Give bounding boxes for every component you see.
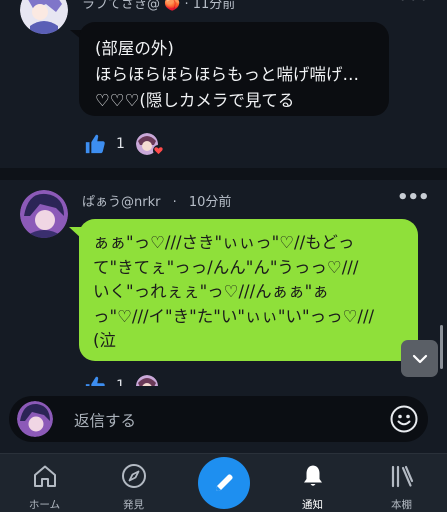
post2-line: (泣 [93,331,116,350]
post2-line: いく"っれぇぇ"っ♡///んぁぁ"ぁ [93,282,329,301]
my-avatar [17,401,53,437]
reactor-avatar[interactable] [135,375,158,386]
timeline-feed[interactable]: ラブてさき@ 🍑 · 11分前 ••• (部屋の外) ほらほらほらほらもっと喘げ… [0,0,447,386]
compass-icon [121,464,146,488]
post-divider [0,168,447,180]
pencil-icon [216,474,233,491]
tab-bookshelf[interactable]: 本棚 [357,454,446,512]
post1-bubble[interactable]: (部屋の外) ほらほらほらほらもっと喘げ喘げ… ♡♡♡(隠しカメラで見てる [79,22,389,116]
post2-time: 10分前 [188,195,232,210]
post1-line: (部屋の外) [95,39,174,58]
heart-badge-icon [152,145,164,156]
post1-more-button[interactable]: ••• [397,0,430,9]
tab-home[interactable]: ホーム [0,454,89,512]
post2-avatar[interactable] [20,190,68,238]
reply-placeholder: 返信する [74,412,137,430]
home-icon [33,465,56,487]
tab-discover[interactable]: 発見 [89,454,178,512]
post2-like-count: 1 [116,378,125,386]
post2-meta: ぱぁう@nrkr · 10分前 [82,191,231,210]
post1-avatar[interactable] [20,0,68,34]
post1-meta: ラブてさき@ 🍑 · 11分前 [82,0,236,12]
post1-reactions: 1 [84,133,164,156]
tab-label: 発見 [123,499,144,511]
meta-separator: · [172,195,177,210]
like-icon[interactable] [84,375,106,386]
reply-input[interactable]: 返信する [9,396,428,442]
like-icon[interactable] [84,133,106,155]
post2-more-button[interactable]: ••• [397,187,430,208]
reply-bar: 返信する [0,386,447,452]
tab-notifications[interactable]: 通知 [268,454,357,512]
bottom-tab-bar: ホーム 発見 通知 本棚 [0,453,447,512]
post1-line: ほらほらほらほらもっと喘げ喘げ… [95,65,359,84]
tab-label: 通知 [302,499,323,511]
scrollbar-thumb[interactable] [440,325,443,369]
post2-line: っ"♡///イ"き"た"い"ぃぃ"い"っっ♡/// [93,306,375,326]
chevron-down-icon [412,354,427,363]
compose-button[interactable] [198,457,250,509]
post2-line: ぁぁ"っ♡///さき"ぃぃっ"♡//もどっ [93,233,355,252]
tab-label: ホーム [28,499,61,511]
scroll-to-bottom-button[interactable] [401,340,438,377]
post2-line: て"きてぇ"っっ/んん"ん"うっっ♡/// [93,257,359,277]
post2-reactions: 1 [84,375,158,386]
post1-like-count: 1 [116,136,125,152]
post1-line: ♡♡♡(隠しカメラで見てる [95,91,295,110]
bookshelf-icon [391,465,413,488]
emoji-icon[interactable] [390,405,418,433]
post2-bubble[interactable]: ぁぁ"っ♡///さき"ぃぃっ"♡//もどっ て"きてぇ"っっ/んん"ん"うっっ♡… [79,219,418,361]
post2-author[interactable]: ぱぁう@nrkr [82,195,160,210]
bell-icon [303,465,322,486]
tab-label: 本棚 [391,499,412,511]
